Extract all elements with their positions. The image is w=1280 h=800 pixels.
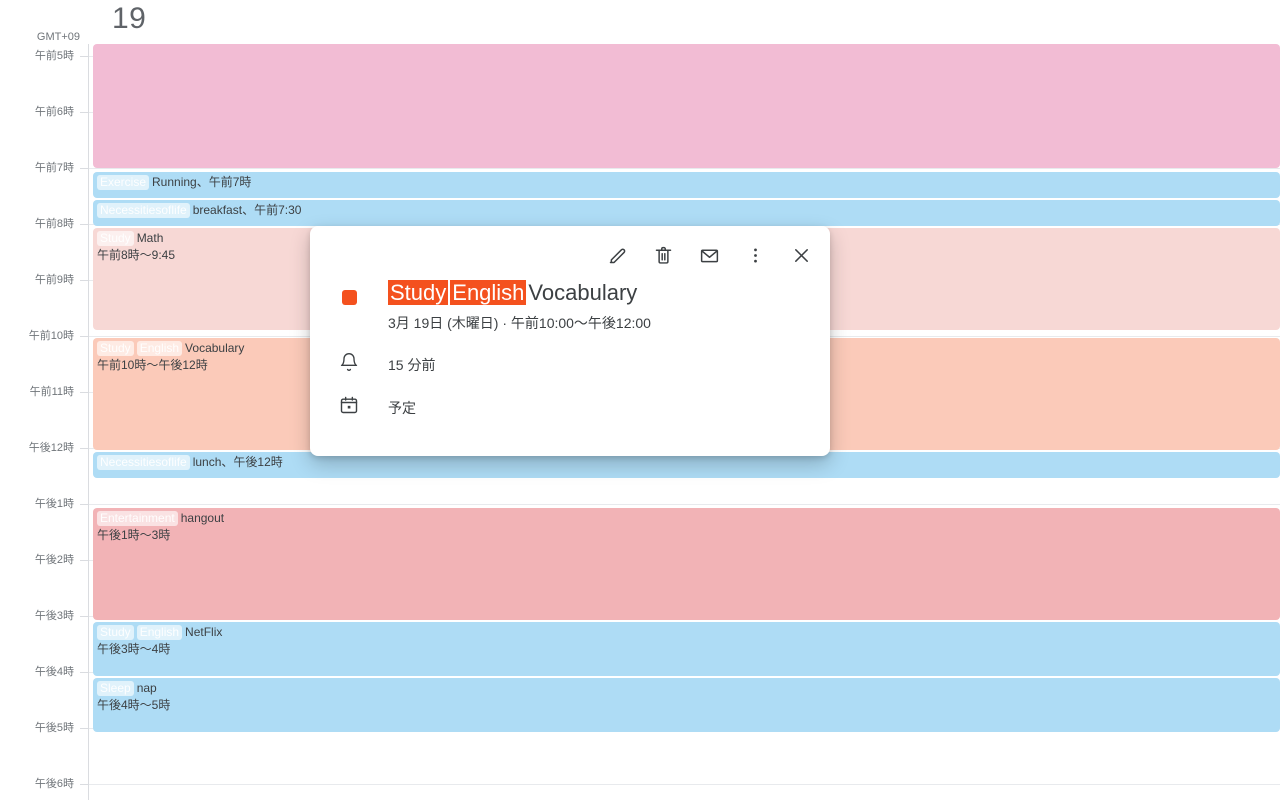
hour-label-6: 午前11時 xyxy=(29,386,74,398)
hour-label-2: 午前7時 xyxy=(34,162,74,174)
event-title-text: NetFlix xyxy=(185,625,223,639)
day-number[interactable]: 19 xyxy=(112,2,146,36)
event-tag-chip: Exercise xyxy=(97,175,150,190)
hour-tick-1 xyxy=(80,112,88,113)
hour-tick-9 xyxy=(80,560,88,561)
hour-label-7: 午後12時 xyxy=(28,442,74,454)
event-title-text: lunch、午後12時 xyxy=(192,455,283,469)
hour-tick-4 xyxy=(80,280,88,281)
hour-tick-3 xyxy=(80,224,88,225)
event-block[interactable]: Entertainment hangout 午後1時〜3時 xyxy=(93,508,1280,620)
event-title: Study English Vocabulary xyxy=(388,278,651,308)
hour-label-10: 午後3時 xyxy=(34,610,74,622)
hour-tick-13 xyxy=(80,784,88,785)
popup-color-col xyxy=(310,278,388,305)
event-time-text: 午後3時〜4時 xyxy=(97,642,171,656)
more-options-button[interactable] xyxy=(732,232,778,278)
close-button[interactable] xyxy=(778,232,824,278)
event-tag-chip: Study xyxy=(97,231,134,246)
event-tag-chip: Study xyxy=(97,625,134,640)
gridline-13 xyxy=(89,784,1280,785)
popup-title-row: Study English Vocabulary 3月 19日 (木曜日) · 午前… xyxy=(310,278,830,334)
event-summary: Necessitiesoflife breakfast、午前7:30 xyxy=(97,202,1280,219)
hour-label-1: 午前6時 xyxy=(34,106,74,118)
email-button[interactable] xyxy=(686,232,732,278)
hour-tick-6 xyxy=(80,392,88,393)
calendar-day-view: 19 GMT+09 午前5時午前6時午前7時午前8時午前9時午前10時午前11時… xyxy=(0,0,1280,800)
event-time-text: 午後4時〜5時 xyxy=(97,698,171,712)
hour-label-4: 午前9時 xyxy=(34,274,74,286)
close-icon xyxy=(791,245,812,266)
event-title-text: Math xyxy=(136,231,164,245)
popup-notification-row: 15 分前 xyxy=(310,352,830,377)
event-block[interactable]: Study English NetFlix 午後3時〜4時 xyxy=(93,622,1280,676)
event-block[interactable]: Sleep nap 午後4時〜5時 xyxy=(93,678,1280,732)
event-tag-chip: Sleep xyxy=(97,681,134,696)
hour-label-11: 午後4時 xyxy=(34,666,74,678)
hour-tick-2 xyxy=(80,168,88,169)
edit-button[interactable] xyxy=(594,232,640,278)
event-summary: Sleep nap xyxy=(97,680,1280,697)
event-tag-chip: Study xyxy=(97,341,134,356)
hour-tick-7 xyxy=(80,448,88,449)
more-options-icon xyxy=(745,245,766,266)
event-block[interactable]: Exercise Running、午前7時 xyxy=(93,172,1280,198)
calendar-icon-col xyxy=(310,395,388,420)
edit-icon xyxy=(607,245,628,266)
hour-tick-0 xyxy=(80,56,88,57)
hour-label-9: 午後2時 xyxy=(34,554,74,566)
delete-icon xyxy=(653,245,674,266)
event-title-text: hangout xyxy=(180,511,225,525)
title-part-0: Study xyxy=(388,280,449,305)
hour-label-8: 午後1時 xyxy=(34,498,74,510)
event-detail-popup: Study English Vocabulary 3月 19日 (木曜日) · 午前… xyxy=(310,226,830,456)
event-tag-chip: English xyxy=(136,341,183,356)
event-block[interactable] xyxy=(93,44,1280,168)
event-tag-chip: English xyxy=(136,625,183,640)
popup-body: Study English Vocabulary 3月 19日 (木曜日) · 午前… xyxy=(310,278,830,420)
event-title-text: Vocabulary xyxy=(185,341,245,355)
event-block[interactable]: Necessitiesoflife breakfast、午前7:30 xyxy=(93,200,1280,226)
hour-tick-10 xyxy=(80,616,88,617)
hour-label-0: 午前5時 xyxy=(34,50,74,62)
hour-label-12: 午後5時 xyxy=(34,722,74,734)
hour-tick-11 xyxy=(80,672,88,673)
title-part-2: Vocabulary xyxy=(528,280,638,305)
event-title-text: breakfast、午前7:30 xyxy=(192,203,302,217)
calendar-name: 予定 xyxy=(388,399,416,416)
day-header: 19 xyxy=(88,0,1280,44)
event-summary: Study English NetFlix xyxy=(97,624,1280,641)
calendar-icon xyxy=(339,395,359,420)
popup-title-block: Study English Vocabulary 3月 19日 (木曜日) · 午前… xyxy=(388,278,651,334)
email-icon xyxy=(699,245,720,266)
gridline-2 xyxy=(89,168,1280,169)
title-part-1: English xyxy=(450,280,527,305)
time-gutter: 午前5時午前6時午前7時午前8時午前9時午前10時午前11時午後12時午後1時午… xyxy=(0,44,88,800)
event-summary: Entertainment hangout xyxy=(97,510,1280,527)
timezone-label: GMT+09 xyxy=(36,31,80,43)
event-time-text: 午後1時〜3時 xyxy=(97,528,171,542)
event-datetime: 3月 19日 (木曜日) · 午前10:00〜午後12:00 xyxy=(388,315,651,331)
hour-tick-8 xyxy=(80,504,88,505)
bell-icon-col xyxy=(310,352,388,377)
hour-tick-12 xyxy=(80,728,88,729)
event-tag-chip: Necessitiesoflife xyxy=(97,455,190,470)
hour-tick-5 xyxy=(80,336,88,337)
event-title-text: nap xyxy=(136,681,157,695)
hour-label-3: 午前8時 xyxy=(34,218,74,230)
hour-label-5: 午前10時 xyxy=(28,330,74,342)
hour-label-13: 午後6時 xyxy=(34,778,74,790)
event-tag-chip: Entertainment xyxy=(97,511,178,526)
event-color-swatch xyxy=(341,290,357,305)
notification-text: 15 分前 xyxy=(388,356,436,373)
event-tag-chip: Necessitiesoflife xyxy=(97,203,190,218)
gridline-8 xyxy=(89,504,1280,505)
event-summary: Necessitiesoflife lunch、午後12時 xyxy=(97,454,1280,471)
event-summary: Exercise Running、午前7時 xyxy=(97,174,1280,191)
event-title-text: Running、午前7時 xyxy=(152,175,252,189)
bell-icon xyxy=(339,352,359,377)
delete-button[interactable] xyxy=(640,232,686,278)
popup-toolbar xyxy=(594,226,824,284)
popup-calendar-row: 予定 xyxy=(310,395,830,420)
